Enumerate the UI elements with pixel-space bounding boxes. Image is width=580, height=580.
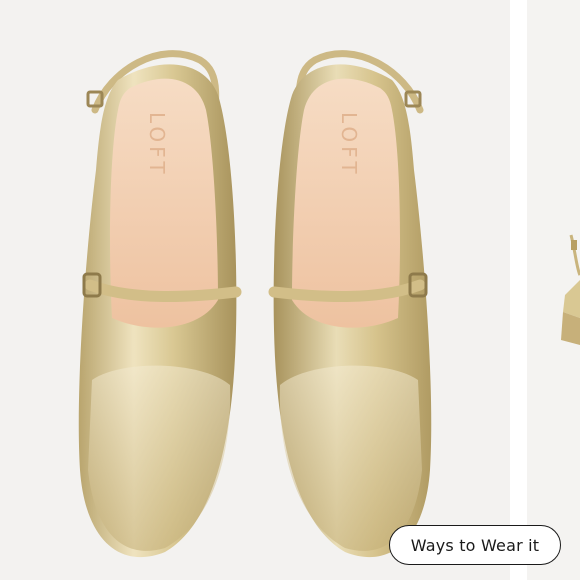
right-shoe: LOFT — [268, 50, 432, 558]
product-photo[interactable]: LOFT LOFT — [0, 0, 510, 580]
next-photo-preview — [561, 234, 580, 345]
next-product-photo[interactable] — [527, 0, 580, 580]
ways-to-wear-button[interactable]: Ways to Wear it — [389, 525, 561, 565]
brand-stamp-left: LOFT — [145, 112, 169, 178]
ways-to-wear-label: Ways to Wear it — [410, 535, 540, 555]
left-shoe: LOFT — [78, 50, 242, 558]
brand-stamp-right: LOFT — [337, 112, 361, 178]
shoe-pair-illustration: LOFT LOFT — [78, 50, 432, 558]
product-image-carousel: LOFT LOFT Ways to Wear it — [0, 0, 580, 580]
carousel-gutter — [510, 0, 527, 580]
